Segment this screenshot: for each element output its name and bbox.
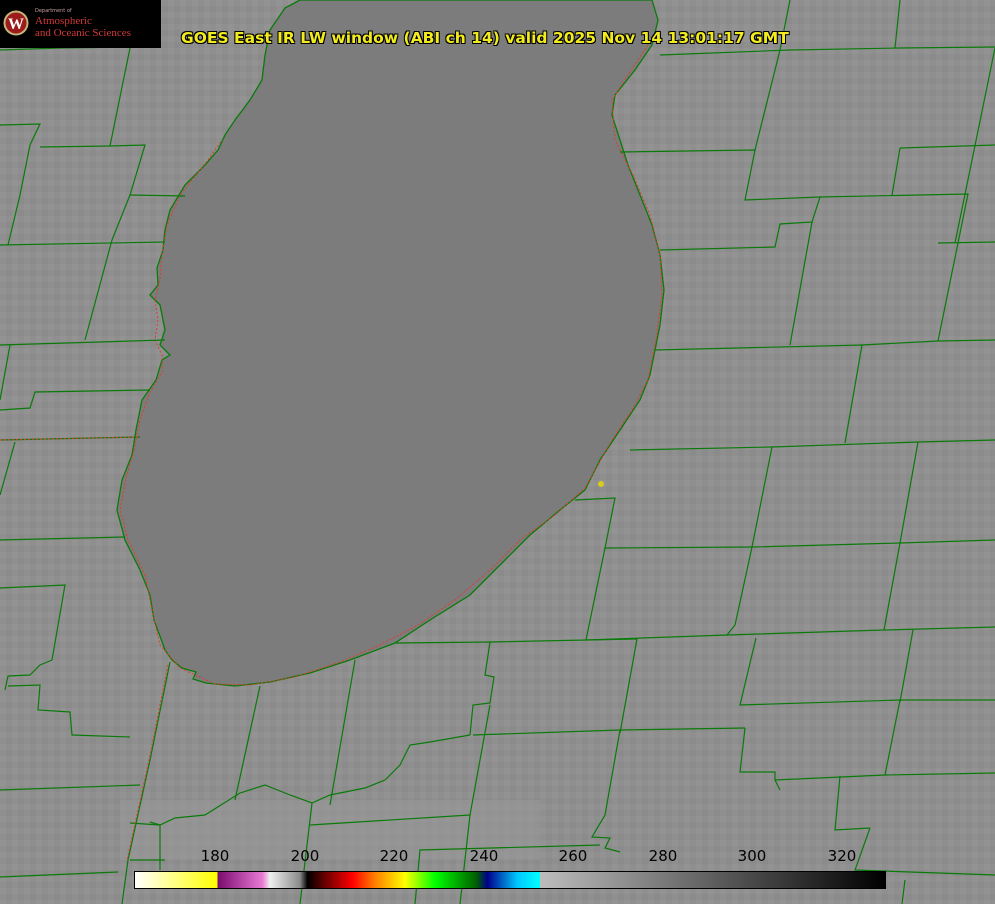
- colorbar-tick-label: 300: [737, 847, 767, 865]
- colorbar-tick-label: 260: [558, 847, 588, 865]
- temperature-colorbar: [134, 871, 886, 889]
- location-marker: [598, 481, 604, 487]
- colorbar-tick-label: 220: [379, 847, 409, 865]
- colorbar-tick-label: 180: [200, 847, 230, 865]
- satellite-map: [0, 0, 995, 904]
- uw-aos-logo: W Department of Atmospheric and Oceanic …: [0, 0, 161, 48]
- colorbar-tick-label: 280: [648, 847, 678, 865]
- org-line-2: and Oceanic Sciences: [35, 27, 131, 39]
- org-line-1: Atmospheric: [35, 15, 92, 27]
- seal-letter: W: [8, 16, 24, 33]
- colorbar-tick-label: 200: [290, 847, 320, 865]
- colorbar-tick-label: 320: [827, 847, 857, 865]
- image-title: GOES East IR LW window (ABI ch 14) valid…: [181, 29, 789, 47]
- uw-crest-icon: W: [3, 10, 29, 36]
- colorbar-tick-label: 240: [469, 847, 499, 865]
- department-label: Department of: [35, 8, 72, 14]
